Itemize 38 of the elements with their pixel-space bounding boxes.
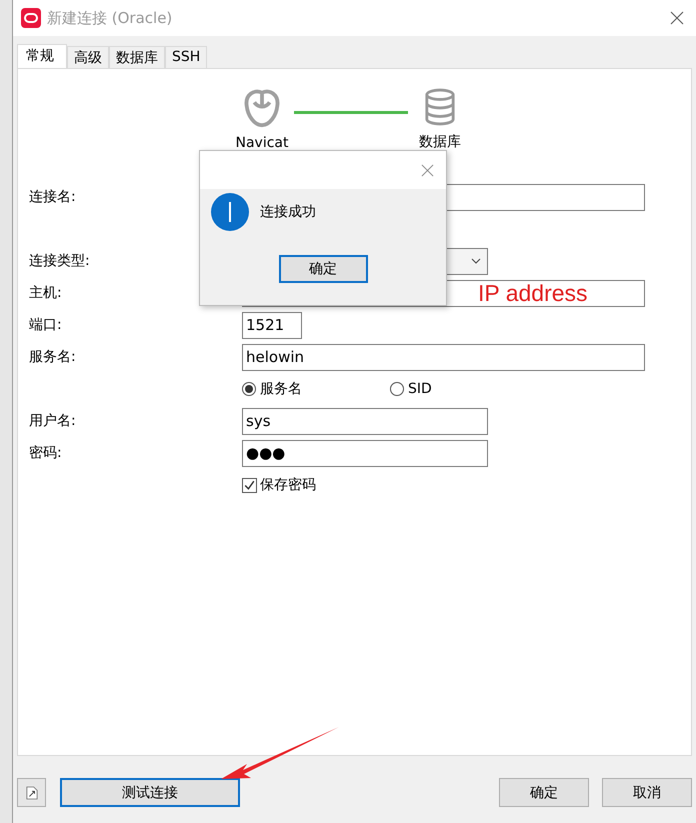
input-field[interactable]: 1521 (242, 312, 302, 338)
input-field[interactable]: ●●● (242, 440, 488, 466)
tab[interactable]: 高级 (67, 46, 109, 68)
radio-button[interactable] (390, 382, 404, 396)
message-text: 连接成功 (260, 203, 316, 221)
input-field[interactable]: helowin (242, 344, 645, 370)
info-icon (211, 193, 249, 231)
annotation-text: IP address (478, 280, 588, 306)
field-label: 用户名: (29, 412, 77, 430)
field-label: 主机: (29, 284, 63, 302)
cancel-button[interactable]: 取消 (602, 778, 692, 807)
node-label: Navicat (236, 135, 288, 151)
close-icon[interactable] (670, 11, 684, 25)
input-field[interactable]: sys (242, 408, 488, 434)
ok-button[interactable]: 确定 (499, 778, 589, 807)
test-connection-button[interactable]: 测试连接 (60, 778, 240, 807)
document-arrow-icon (26, 786, 38, 800)
field-label: 连接名: (29, 188, 77, 206)
ok-button[interactable]: 确定 (278, 255, 368, 283)
tab[interactable]: SSH (165, 46, 208, 68)
export-button[interactable] (17, 778, 46, 807)
tab[interactable]: 数据库 (109, 46, 165, 68)
chevron-down-icon (471, 258, 481, 264)
checkbox[interactable] (242, 478, 257, 492)
field-label: 连接类型: (29, 252, 91, 270)
radio-label: SID (408, 381, 432, 397)
tab[interactable]: 常规 (17, 44, 67, 68)
radio-button[interactable] (242, 382, 256, 396)
database-icon (424, 87, 456, 127)
field-label: 端口: (29, 316, 63, 334)
node-label: 数据库 (419, 133, 461, 151)
window-title: 新建连接 (Oracle) (47, 8, 174, 28)
radio-label: 服务名 (260, 380, 302, 398)
field-label: 服务名: (29, 348, 77, 366)
close-icon[interactable] (421, 164, 434, 176)
field-label: 密码: (29, 444, 63, 462)
app-icon (21, 8, 41, 28)
checkbox-label: 保存密码 (260, 476, 316, 494)
